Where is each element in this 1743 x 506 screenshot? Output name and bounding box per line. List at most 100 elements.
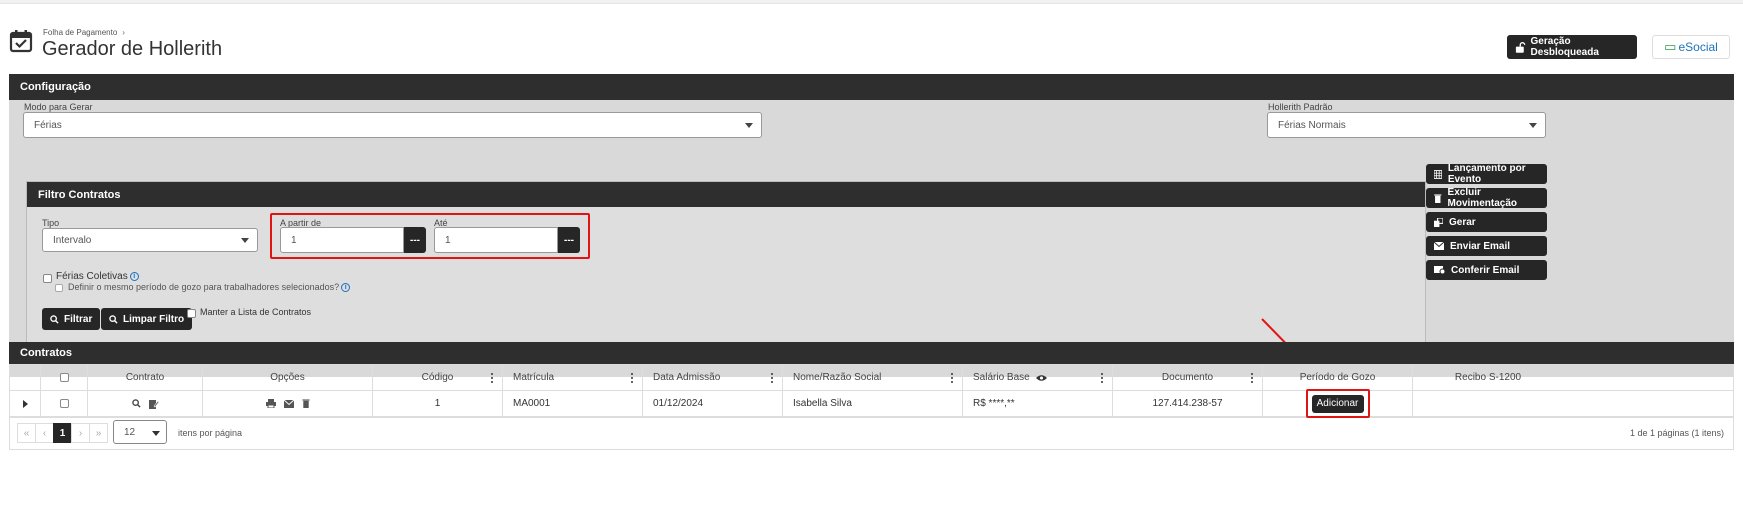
expand-row-icon[interactable] [22, 399, 28, 408]
generate-button[interactable]: Gerar [1426, 212, 1547, 232]
row-admissao: 01/12/2024 [643, 391, 783, 416]
launch-by-event-button[interactable]: Lançamento por Evento [1426, 163, 1547, 185]
info-icon[interactable]: i [341, 283, 351, 292]
delete-movement-button[interactable]: Excluir Movimentação [1426, 187, 1547, 209]
mode-select-value: Férias [34, 119, 62, 131]
row-codigo: 1 [373, 391, 503, 416]
col-codigo[interactable]: Código [373, 365, 503, 390]
trash-icon [1434, 193, 1442, 203]
column-menu-icon[interactable] [771, 373, 773, 383]
row-recibo [1413, 391, 1563, 416]
generate-label: Gerar [1449, 216, 1476, 228]
info-icon[interactable]: i [129, 272, 139, 281]
check-email-button[interactable]: Conferir Email [1426, 260, 1547, 280]
delete-movement-label: Excluir Movimentação [1447, 187, 1517, 209]
table-header-row: Contrato Opções Código Matrícula Data Ad… [10, 365, 1733, 391]
launch-by-event-label: Lançamento por Evento [1447, 163, 1526, 185]
page-size-select[interactable]: 12 [113, 420, 167, 444]
filter-button-label: Filtrar [64, 313, 93, 325]
type-select-value: Intervalo [53, 234, 92, 246]
trash-icon[interactable] [301, 399, 310, 408]
table-row[interactable]: 1 MA0001 01/12/2024 Isabella Silva R$ **… [10, 391, 1733, 417]
pager-summary: 1 de 1 páginas (1 itens) [1629, 428, 1724, 438]
chevron-right-icon: › [122, 28, 125, 37]
pager: « ‹ 1 › » 12 itens por página 1 de 1 pág… [9, 418, 1734, 450]
generation-unlocked-button[interactable]: Geração Desbloqueada [1507, 35, 1637, 59]
row-contrato-actions [88, 391, 203, 416]
highlight-box [270, 213, 590, 259]
col-contrato[interactable]: Contrato [88, 365, 203, 390]
column-menu-icon[interactable] [1101, 373, 1103, 383]
mode-select[interactable]: Férias [23, 112, 762, 138]
col-salario-label: Salário Base [973, 372, 1030, 383]
row-select-cell [41, 391, 88, 416]
same-period-text: Definir o mesmo período de gozo para tra… [68, 282, 340, 292]
config-panel-title: Configuração [9, 74, 1734, 100]
first-page-button[interactable]: « [17, 423, 36, 443]
col-admissao-label: Data Admissão [653, 372, 721, 383]
ferias-coletivas-checkbox[interactable] [43, 274, 52, 283]
col-opcoes[interactable]: Opções [203, 365, 373, 390]
page-1-button[interactable]: 1 [53, 423, 72, 443]
col-periodo[interactable]: Período de Gozo [1263, 365, 1413, 390]
chevron-down-icon [745, 123, 753, 128]
row-nome: Isabella Silva [783, 391, 963, 416]
check-email-label: Conferir Email [1451, 264, 1520, 276]
print-icon[interactable] [265, 399, 276, 408]
same-period-label: Definir o mesmo período de gozo para tra… [68, 282, 351, 292]
type-label: Tipo [42, 218, 60, 228]
contracts-panel-title: Contratos [9, 342, 1734, 364]
filter-button[interactable]: Filtrar [42, 308, 101, 330]
col-recibo[interactable]: Recibo S-1200 [1413, 365, 1563, 390]
mode-label: Modo para Gerar [24, 102, 93, 112]
col-nome[interactable]: Nome/Razão Social [783, 365, 963, 390]
next-page-button[interactable]: › [71, 423, 90, 443]
contracts-table: Contrato Opções Código Matrícula Data Ad… [9, 364, 1734, 418]
expand-header [10, 365, 41, 390]
filter-panel: Filtro Contratos Tipo Intervalo A partir… [26, 181, 1426, 346]
send-email-button[interactable]: Enviar Email [1426, 236, 1547, 256]
keep-list-label: Manter a Lista de Contratos [200, 307, 312, 317]
row-salario: R$ ****,** [963, 391, 1113, 416]
search-icon[interactable] [131, 399, 141, 408]
row-documento: 127.414.238-57 [1113, 391, 1263, 416]
breadcrumb-item[interactable]: Folha de Pagamento [43, 28, 117, 37]
calendar-check-icon [9, 30, 33, 53]
highlight-box [1306, 389, 1370, 418]
prev-page-button[interactable]: ‹ [35, 423, 54, 443]
eye-icon[interactable] [1035, 374, 1047, 382]
search-icon [109, 314, 118, 324]
clear-filter-button[interactable]: Limpar Filtro [101, 308, 193, 330]
page-size-value: 12 [124, 426, 136, 438]
col-salario[interactable]: Salário Base [963, 365, 1113, 390]
column-menu-icon[interactable] [491, 373, 493, 383]
column-menu-icon[interactable] [631, 373, 633, 383]
send-email-label: Enviar Email [1450, 240, 1511, 252]
type-select[interactable]: Intervalo [42, 228, 258, 252]
keep-list-checkbox[interactable] [187, 309, 196, 318]
esocial-button[interactable]: ▭ eSocial [1652, 35, 1730, 59]
column-menu-icon[interactable] [1251, 373, 1253, 383]
edit-document-icon[interactable] [148, 399, 159, 409]
ferias-coletivas-label: Férias Coletivas i [56, 271, 139, 282]
search-icon [50, 314, 59, 324]
col-admissao[interactable]: Data Admissão [643, 365, 783, 390]
envelope-icon[interactable] [283, 399, 294, 408]
col-documento-label: Documento [1161, 372, 1214, 383]
hollerith-select-value: Férias Normais [1278, 119, 1346, 131]
breadcrumb[interactable]: Folha de Pagamento › [43, 28, 125, 37]
row-checkbox[interactable] [59, 399, 69, 408]
col-documento[interactable]: Documento [1113, 365, 1263, 390]
page-title: Gerador de Hollerith [42, 38, 223, 60]
grid-icon [1434, 169, 1442, 179]
chevron-down-icon [152, 431, 160, 436]
last-page-button[interactable]: » [89, 423, 108, 443]
envelope-icon [1434, 242, 1444, 250]
hollerith-label: Hollerith Padrão [1268, 102, 1333, 112]
clear-filter-label: Limpar Filtro [123, 313, 185, 325]
select-all-checkbox[interactable] [59, 373, 69, 382]
column-menu-icon[interactable] [951, 373, 953, 383]
col-matricula[interactable]: Matrícula [503, 365, 643, 390]
same-period-checkbox[interactable] [55, 284, 63, 292]
hollerith-select[interactable]: Férias Normais [1267, 112, 1546, 138]
